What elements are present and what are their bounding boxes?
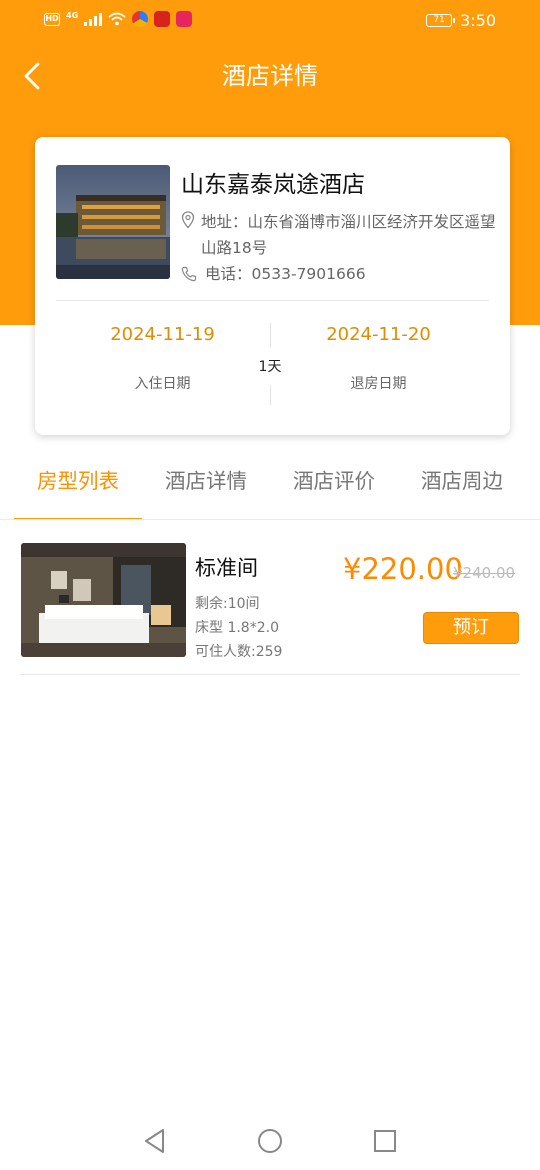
room-photo[interactable] <box>21 543 186 657</box>
phone-value: 0533-7901666 <box>251 265 366 283</box>
video-app-icon <box>176 11 193 27</box>
tab-bar: 房型列表 酒店详情 酒店评价 酒店周边 <box>14 455 526 520</box>
checkin-date-picker[interactable]: 2024-11-19 入住日期 <box>54 322 271 394</box>
hd-icon: HD <box>44 12 60 26</box>
tab-hotel-reviews[interactable]: 酒店评价 <box>270 455 398 519</box>
checkin-date: 2024-11-19 <box>110 324 215 345</box>
home-circle-icon[interactable] <box>255 1126 285 1156</box>
news-app-icon <box>154 11 171 27</box>
status-time: 3:50 <box>460 11 496 30</box>
status-icons-right: 71 3:50 <box>426 11 496 30</box>
phone-icon <box>181 266 197 282</box>
book-button[interactable]: 预订 <box>423 612 519 644</box>
status-bar: HD 4G 71 3:50 <box>0 0 540 44</box>
phone-label: 电话： <box>205 265 252 283</box>
wifi-icon <box>108 12 126 26</box>
location-pin-icon <box>181 211 195 229</box>
checkin-label: 入住日期 <box>134 376 191 392</box>
room-remaining: 剩余:10间 <box>195 596 260 612</box>
battery-icon: 71 <box>426 14 456 27</box>
tab-room-list[interactable]: 房型列表 <box>14 455 142 520</box>
hotel-phone[interactable]: 电话：0533-7901666 <box>205 261 366 287</box>
recents-square-icon[interactable] <box>370 1126 400 1156</box>
card-divider <box>56 300 489 301</box>
back-triangle-icon[interactable] <box>140 1126 170 1156</box>
checkout-date: 2024-11-20 <box>326 324 431 345</box>
room-original-price: ¥240.00 <box>453 564 516 582</box>
app-notification-icon <box>132 11 149 27</box>
checkout-label: 退房日期 <box>350 376 407 392</box>
room-capacity: 可住人数:259 <box>195 644 283 660</box>
page-title: 酒店详情 <box>222 62 318 90</box>
hotel-photo[interactable] <box>56 165 170 279</box>
network-type-label: 4G <box>66 11 79 20</box>
room-name: 标准间 <box>195 556 258 580</box>
hotel-name: 山东嘉泰岚途酒店 <box>181 172 365 198</box>
system-navigation-bar <box>0 1112 540 1170</box>
room-bed-type: 床型 1.8*2.0 <box>195 620 279 636</box>
tab-hotel-surroundings[interactable]: 酒店周边 <box>398 455 526 519</box>
tabs-divider <box>0 519 540 520</box>
room-list-item[interactable]: 标准间 剩余:10间 床型 1.8*2.0 可住人数:259 ¥220.00 ¥… <box>20 540 520 676</box>
signal-icon <box>84 12 103 26</box>
room-divider <box>20 674 520 675</box>
hotel-address: 地址：山东省淄博市淄川区经济开发区遥望山路18号 <box>201 209 501 261</box>
status-icons-left: HD 4G <box>44 11 193 27</box>
room-price: ¥220.00 <box>343 552 463 586</box>
hotel-info-card: 山东嘉泰岚途酒店 地址：山东省淄博市淄川区经济开发区遥望山路18号 电话：053… <box>35 137 510 435</box>
checkout-date-picker[interactable]: 2024-11-20 退房日期 <box>270 322 487 394</box>
tab-hotel-details[interactable]: 酒店详情 <box>142 455 270 519</box>
address-label: 地址： <box>201 213 248 231</box>
